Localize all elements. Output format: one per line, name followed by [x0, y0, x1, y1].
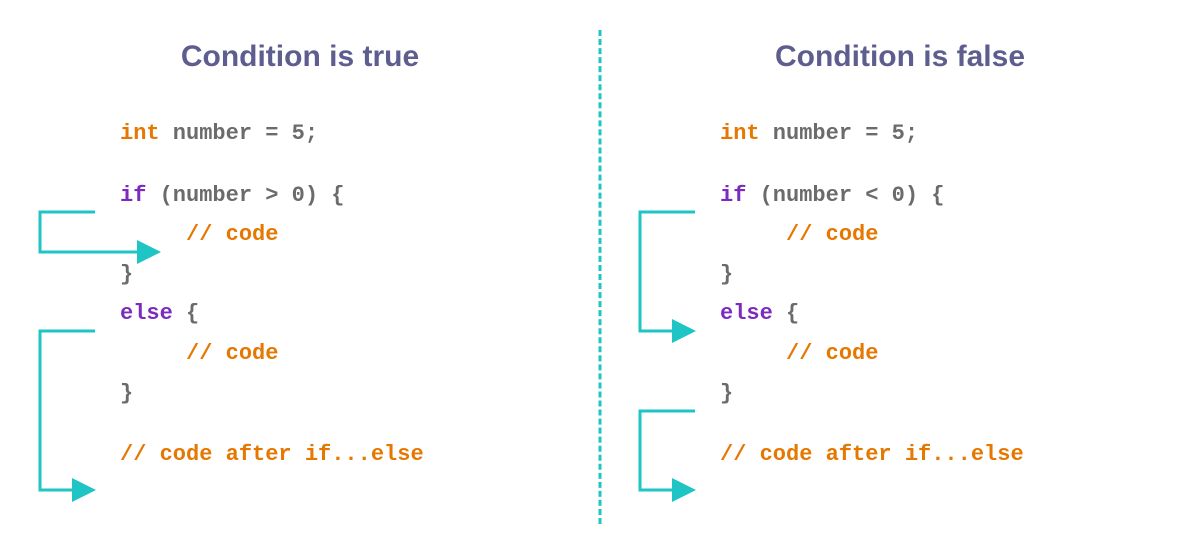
close-brace-2: }	[720, 381, 733, 406]
comment-if-body: // code	[120, 222, 278, 247]
close-brace-1: }	[720, 262, 733, 287]
comment-else-body: // code	[120, 341, 278, 366]
code-line-close2: }	[120, 374, 580, 414]
else-rest: {	[773, 301, 799, 326]
left-code-block: int number = 5; if (number > 0) { // cod…	[120, 114, 580, 475]
vertical-divider	[599, 30, 602, 524]
if-rest: (number > 0) {	[146, 183, 344, 208]
comment-if-body: // code	[720, 222, 878, 247]
else-rest: {	[173, 301, 199, 326]
decl-rest: number = 5;	[760, 121, 918, 146]
left-heading: Condition is true	[20, 40, 580, 74]
code-line-close2: }	[720, 374, 1180, 414]
blank-line	[120, 154, 580, 176]
keyword-else: else	[720, 301, 773, 326]
comment-after: // code after if...else	[720, 442, 1024, 467]
code-line-if-body: // code	[120, 215, 580, 255]
code-line-after: // code after if...else	[120, 435, 580, 475]
right-panel: Condition is false int number = 5; if (n…	[600, 0, 1200, 554]
blank-line	[720, 413, 1180, 435]
code-line-after: // code after if...else	[720, 435, 1180, 475]
code-line-decl: int number = 5;	[720, 114, 1180, 154]
blank-line	[120, 413, 580, 435]
left-panel: Condition is true int number = 5; if (nu…	[0, 0, 600, 554]
code-line-if: if (number > 0) {	[120, 176, 580, 216]
code-line-if-body: // code	[720, 215, 1180, 255]
right-code-block: int number = 5; if (number < 0) { // cod…	[720, 114, 1180, 475]
code-line-else-body: // code	[720, 334, 1180, 374]
code-line-else-body: // code	[120, 334, 580, 374]
arrow-close-to-after	[640, 411, 695, 490]
comment-else-body: // code	[720, 341, 878, 366]
keyword-int: int	[720, 121, 760, 146]
arrow-else-to-after	[40, 331, 95, 490]
code-line-decl: int number = 5;	[120, 114, 580, 154]
if-rest: (number < 0) {	[746, 183, 944, 208]
keyword-if: if	[720, 183, 746, 208]
right-heading: Condition is false	[620, 40, 1180, 74]
code-line-else: else {	[720, 294, 1180, 334]
blank-line	[720, 154, 1180, 176]
code-line-else: else {	[120, 294, 580, 334]
comment-after: // code after if...else	[120, 442, 424, 467]
diagram-container: Condition is true int number = 5; if (nu…	[0, 0, 1200, 554]
keyword-int: int	[120, 121, 160, 146]
keyword-if: if	[120, 183, 146, 208]
close-brace-2: }	[120, 381, 133, 406]
decl-rest: number = 5;	[160, 121, 318, 146]
keyword-else: else	[120, 301, 173, 326]
code-line-close1: }	[720, 255, 1180, 295]
arrow-if-to-else	[640, 212, 695, 331]
code-line-if: if (number < 0) {	[720, 176, 1180, 216]
code-line-close1: }	[120, 255, 580, 295]
close-brace-1: }	[120, 262, 133, 287]
